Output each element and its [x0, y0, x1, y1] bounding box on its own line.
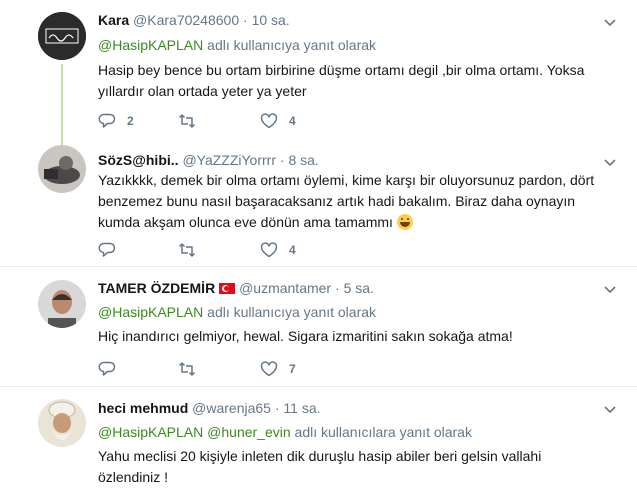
retweet-button[interactable] [178, 359, 207, 379]
display-name[interactable]: Kara [98, 12, 129, 28]
tweet-text: Hiç inandırıcı gelmiyor, hewal. Sigara i… [98, 328, 513, 344]
timestamp[interactable]: 5 sa. [344, 280, 374, 296]
timestamp[interactable]: 10 sa. [252, 12, 290, 28]
retweet-button[interactable] [178, 111, 207, 131]
display-name[interactable]: TAMER ÖZDEMİR [98, 280, 215, 296]
like-button[interactable]: 7 [260, 359, 296, 379]
tweet-header: TAMER ÖZDEMİR @uzmantamer · 5 sa. [98, 279, 374, 297]
display-name[interactable]: SözS@hibi.. [98, 152, 179, 168]
separator-dot: · [243, 12, 248, 28]
tweet-text: Hasip bey bence bu ortam birbirine düşme… [98, 62, 585, 99]
tweet-4[interactable]: heci mehmud @warenja65 · 11 sa. @HasipKA… [0, 387, 637, 494]
avatar-image [38, 399, 86, 447]
like-icon [260, 361, 278, 377]
tweet-header: Kara @Kara70248600 · 10 sa. [98, 11, 290, 29]
reply-button[interactable] [98, 359, 127, 379]
username[interactable]: @uzmantamer [239, 280, 331, 296]
avatar-image [38, 145, 86, 193]
timestamp[interactable]: 8 sa. [288, 152, 318, 168]
retweet-icon [178, 243, 196, 257]
reply-icon [98, 361, 116, 376]
avatar[interactable] [38, 399, 86, 447]
reply-button[interactable]: 2 [98, 111, 134, 131]
separator-dot: · [274, 400, 280, 416]
mention-link[interactable]: @HasipKAPLAN [98, 37, 203, 53]
retweet-icon [178, 114, 196, 128]
grinning-face-emoji [396, 214, 413, 230]
retweet-button[interactable] [178, 240, 207, 260]
reply-context: @HasipKAPLAN @huner_evin adlı kullanıcıl… [98, 423, 472, 441]
separator-dot: · [335, 280, 340, 296]
tweet-2[interactable]: SözS@hibi.. @YaZZZiYorrrr · 8 sa. Yazıkk… [0, 140, 637, 266]
tweet-1[interactable]: Kara @Kara70248600 · 10 sa. @HasipKAPLAN… [0, 0, 637, 140]
avatar[interactable] [38, 145, 86, 193]
tweet-3[interactable]: TAMER ÖZDEMİR @uzmantamer · 5 sa. @Hasip… [0, 267, 637, 387]
reply-context-text: adlı kullanıcılara yanıt olarak [290, 424, 472, 440]
reply-icon [98, 113, 116, 128]
reply-context: @HasipKAPLAN adlı kullanıcıya yanıt olar… [98, 36, 376, 54]
username[interactable]: @Kara70248600 [133, 12, 239, 28]
mention-link[interactable]: @HasipKAPLAN [98, 304, 203, 320]
like-icon [260, 113, 278, 129]
avatar-image [38, 280, 86, 328]
reply-context: @HasipKAPLAN adlı kullanıcıya yanıt olar… [98, 303, 376, 321]
like-count: 7 [289, 362, 296, 376]
mention-link[interactable]: @HasipKAPLAN [98, 424, 203, 440]
like-count: 4 [289, 114, 296, 128]
reply-count: 2 [127, 114, 134, 128]
chevron-down-icon[interactable] [603, 402, 617, 416]
tweet-text-body: Yazıkkkk, demek bir olma ortamı öylemi, … [98, 172, 595, 230]
chevron-down-icon[interactable] [603, 15, 617, 29]
avatar-image [38, 12, 86, 60]
mention-link[interactable]: @huner_evin [207, 424, 291, 440]
retweet-icon [178, 362, 196, 376]
tweet-text: Yazıkkkk, demek bir olma ortamı öylemi, … [98, 170, 618, 233]
tweet-header: SözS@hibi.. @YaZZZiYorrrr · 8 sa. [98, 151, 319, 169]
like-icon [260, 242, 278, 258]
chevron-down-icon[interactable] [603, 155, 617, 169]
username[interactable]: @warenja65 [192, 400, 271, 416]
reply-context-text: adlı kullanıcıya yanıt olarak [203, 304, 377, 320]
reply-context-text: adlı kullanıcıya yanıt olarak [203, 37, 377, 53]
thread-line [61, 64, 63, 146]
turkey-flag-icon [219, 283, 236, 294]
tweet-text: Yahu meclisi 20 kişiyle inleten dik duru… [98, 448, 542, 485]
username[interactable]: @YaZZZiYorrrr [182, 152, 276, 168]
avatar[interactable] [38, 280, 86, 328]
timestamp[interactable]: 11 sa. [283, 400, 320, 416]
tweet-header: heci mehmud @warenja65 · 11 sa. [98, 399, 321, 417]
reply-button[interactable] [98, 240, 127, 260]
display-name[interactable]: heci mehmud [98, 400, 188, 416]
like-button[interactable]: 4 [260, 240, 296, 260]
separator-dot: · [279, 152, 285, 168]
avatar[interactable] [38, 12, 86, 60]
like-button[interactable]: 4 [260, 111, 296, 131]
like-count: 4 [289, 243, 296, 257]
chevron-down-icon[interactable] [603, 282, 617, 296]
reply-icon [98, 242, 116, 257]
